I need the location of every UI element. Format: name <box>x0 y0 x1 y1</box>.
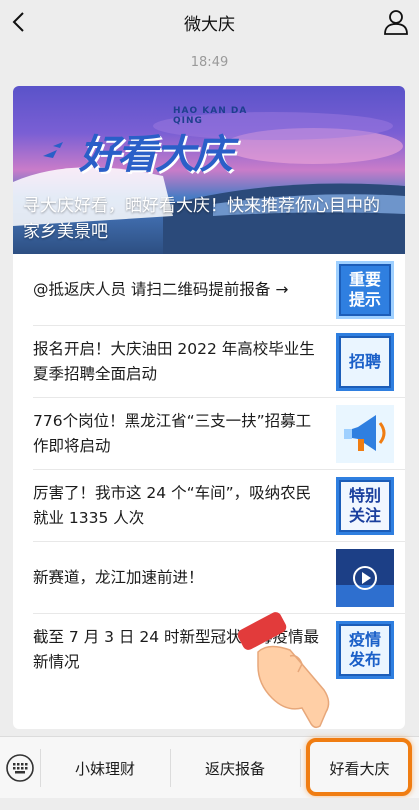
user-profile-icon[interactable] <box>383 8 409 36</box>
megaphone-icon <box>336 405 394 463</box>
article-title: 报名开启！大庆油田 2022 年高校毕业生夏季招聘全面启动 <box>33 340 315 383</box>
list-item[interactable]: 报名开启！大庆油田 2022 年高校毕业生夏季招聘全面启动 招聘 <box>13 326 405 398</box>
article-thumbnail: 疫情 发布 <box>336 621 394 679</box>
article-title: 新赛道，龙江加速前进！ <box>33 568 204 587</box>
list-item[interactable]: 776个岗位！黑龙江省“三支一扶”招募工作即将启动 <box>13 398 405 470</box>
article-card: HAO KAN DA QING 好看大庆 寻大庆好看，晒好看大庆！快来推荐你心目… <box>13 86 405 729</box>
hero-caption: 寻大庆好看，晒好看大庆！快来推荐你心目中的家乡美景吧 <box>23 196 380 242</box>
menu-highlight-box <box>306 738 412 796</box>
article-thumbnail: 招聘 <box>336 333 394 391</box>
video-thumbnail-icon <box>336 549 394 607</box>
list-item[interactable]: 截至 7 月 3 日 24 时新型冠状病毒疫情最新情况 疫情 发布 <box>13 614 405 686</box>
keyboard-icon[interactable] <box>5 753 35 783</box>
article-title: @抵返庆人员 请扫二维码提前报备 → <box>33 280 289 299</box>
hero-logo: HAO KAN DA QING 好看大庆 <box>41 102 261 192</box>
list-item[interactable]: 厉害了！我市这 24 个“车间”，吸纳农民就业 1335 人次 特别 关注 <box>13 470 405 542</box>
menu-item-xiaomei-finance[interactable]: 小妹理财 <box>40 737 170 799</box>
article-title: 厉害了！我市这 24 个“车间”，吸纳农民就业 1335 人次 <box>33 484 312 527</box>
article-title: 776个岗位！黑龙江省“三支一扶”招募工作即将启动 <box>33 412 312 455</box>
article-thumbnail: 特别 关注 <box>336 477 394 535</box>
list-item[interactable]: @抵返庆人员 请扫二维码提前报备 → 重要 提示 <box>13 254 405 326</box>
top-bar: 微大庆 <box>0 0 419 44</box>
hero-banner[interactable]: HAO KAN DA QING 好看大庆 寻大庆好看，晒好看大庆！快来推荐你心目… <box>13 86 405 254</box>
pointing-hand-icon <box>237 612 330 729</box>
hero-logo-text: 好看大庆 <box>79 132 233 178</box>
message-timestamp: 18:49 <box>190 55 229 70</box>
page-title: 微大庆 <box>184 15 235 35</box>
footer-strip <box>0 798 419 810</box>
menu-item-return-report[interactable]: 返庆报备 <box>170 737 300 799</box>
article-thumbnail: 重要 提示 <box>336 261 394 319</box>
list-item[interactable]: 新赛道，龙江加速前进！ <box>13 542 405 614</box>
